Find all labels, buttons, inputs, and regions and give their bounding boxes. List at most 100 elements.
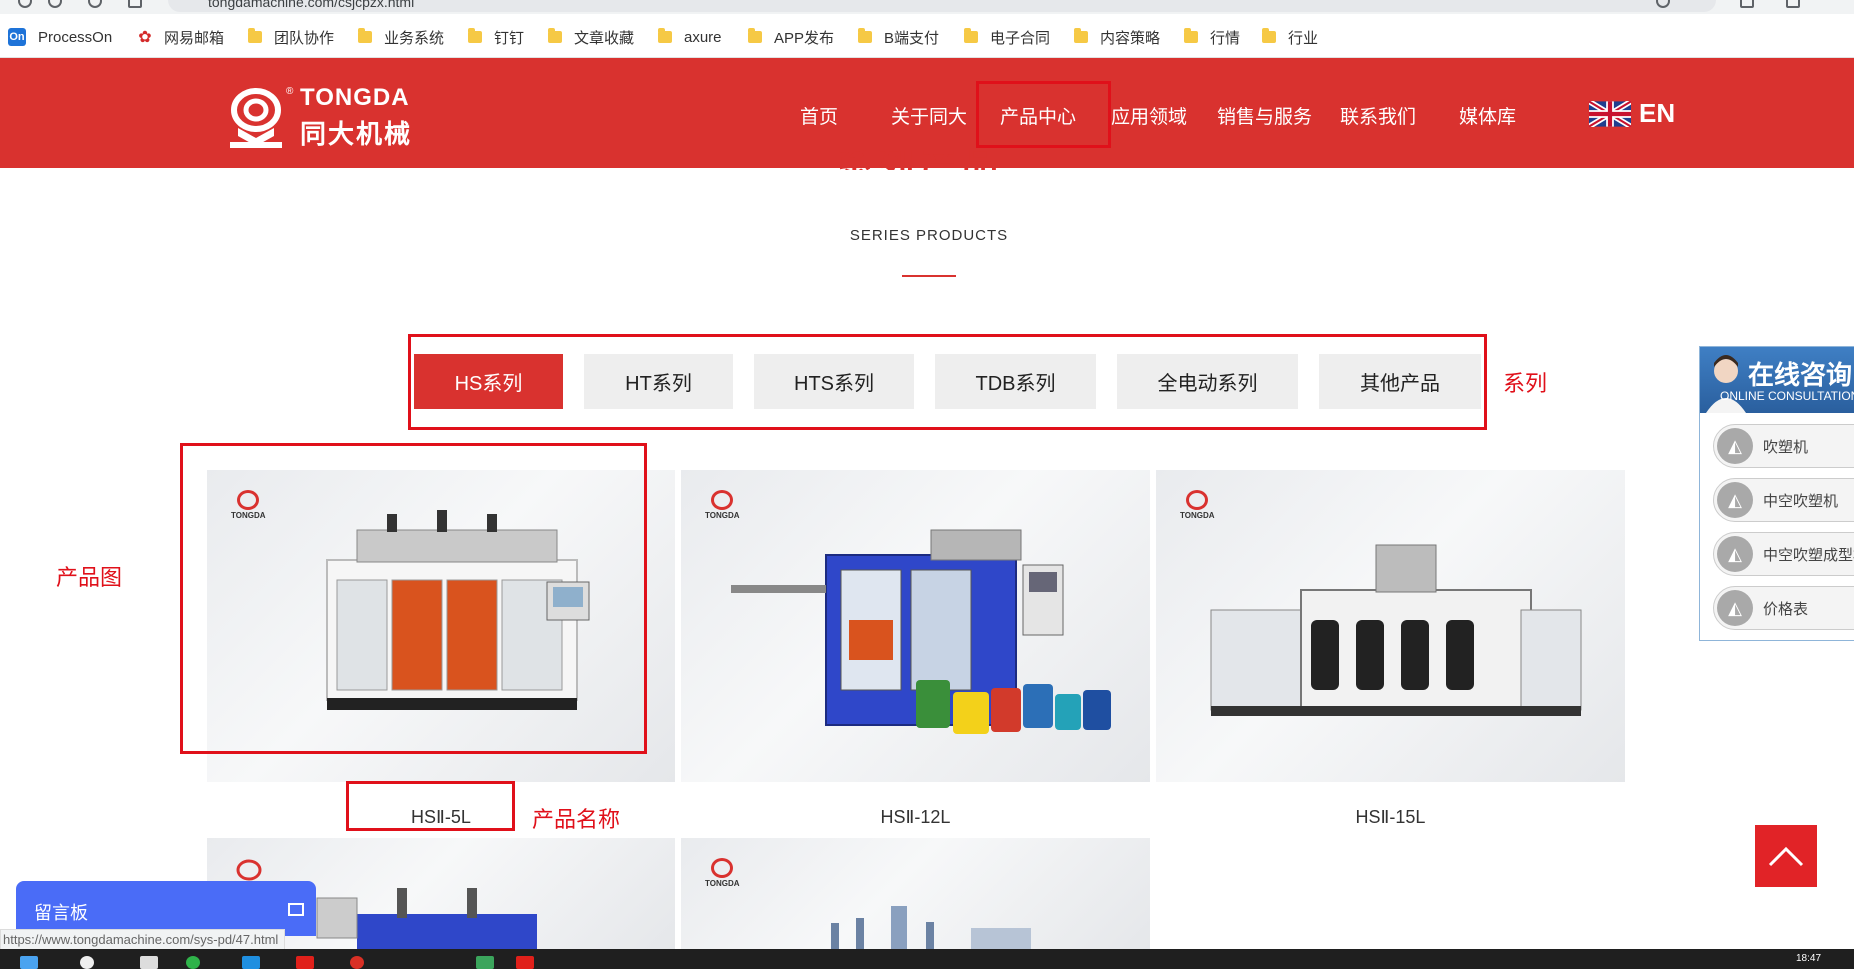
bookmark-folder[interactable]: 文章收藏 [548, 26, 634, 48]
chrome-icon[interactable] [350, 956, 364, 969]
expand-icon[interactable] [288, 903, 304, 916]
product-name[interactable]: HSⅡ-15L [1156, 807, 1625, 828]
consult-item[interactable]: ◭ 中空吹塑成型机 [1713, 532, 1854, 576]
registered-mark-icon: ® [286, 86, 294, 97]
consultation-header: 在线咨询 ONLINE CONSULTATION [1700, 347, 1854, 413]
folder-icon [358, 28, 372, 43]
reload-icon[interactable] [88, 0, 102, 8]
app-icon[interactable] [476, 956, 494, 969]
folder-icon [748, 28, 762, 43]
folder-icon [658, 28, 672, 43]
tab-all-electric-series[interactable]: 全电动系列 [1117, 354, 1298, 409]
consult-item[interactable]: ◭ 吹塑机 [1713, 424, 1854, 468]
product-image[interactable]: TONGDA [681, 838, 1150, 949]
app-icon[interactable] [242, 956, 260, 969]
series-divider [902, 275, 956, 277]
back-to-top-button[interactable] [1755, 825, 1817, 887]
chat-icon: ◭ [1717, 590, 1753, 626]
chat-icon: ◭ [1717, 482, 1753, 518]
annotation-label-product-name: 产品名称 [532, 808, 621, 833]
consultation-subtitle: ONLINE CONSULTATION [1720, 389, 1854, 403]
folder-icon [548, 28, 562, 43]
service-agent-icon [1706, 355, 1746, 413]
bookmark-label: 网易邮箱 [164, 29, 225, 47]
chevron-up-icon [1768, 846, 1804, 867]
app-icon[interactable] [296, 956, 314, 969]
chat-icon: ◭ [1717, 536, 1753, 572]
extension-icon[interactable] [1740, 0, 1754, 8]
tab-hs-series[interactable]: HS系列 [414, 354, 563, 409]
blow-molding-machine-icon [731, 529, 1111, 734]
folder-icon [1074, 28, 1088, 43]
nav-media[interactable]: 媒体库 [1459, 102, 1516, 129]
taskbar-clock: 18:47 [1796, 953, 1822, 964]
bookmark-label: 团队协作 [274, 29, 335, 47]
forward-icon[interactable] [48, 0, 62, 8]
bookmark-label: B端支付 [884, 29, 940, 47]
blow-molding-machine-icon [1210, 544, 1582, 716]
bookmark-163-mail[interactable]: ✿ 网易邮箱 [136, 26, 224, 48]
bookmark-folder[interactable]: 行情 [1184, 26, 1240, 48]
bookmark-folder[interactable]: B端支付 [858, 26, 939, 48]
nav-applications[interactable]: 应用领域 [1111, 102, 1187, 129]
language-label: EN [1639, 98, 1676, 128]
nav-about[interactable]: 关于同大 [891, 102, 967, 129]
bookmark-folder[interactable]: APP发布 [748, 26, 834, 48]
bookmarks-bar: On ProcessOn ✿ 网易邮箱 团队协作 业务系统 钉钉 文章收藏 ax… [0, 14, 1854, 58]
address-url: tongdamachine.com/csjcpzx.html [208, 0, 415, 10]
bookmark-folder[interactable]: 钉钉 [468, 26, 524, 48]
bookmark-label: ProcessOn [38, 28, 113, 46]
logo-english-name: TONGDA [300, 84, 410, 111]
bookmark-label: 内容策略 [1100, 29, 1161, 47]
folder-icon [248, 28, 262, 43]
language-switch[interactable]: EN [1589, 98, 1675, 129]
tab-ht-series[interactable]: HT系列 [584, 354, 733, 409]
app-icon[interactable] [516, 956, 534, 969]
home-icon[interactable] [128, 0, 142, 8]
nav-home[interactable]: 首页 [800, 102, 838, 129]
nav-sales-service[interactable]: 销售与服务 [1217, 102, 1312, 129]
product-name[interactable]: HSⅡ-12L [681, 807, 1150, 828]
page-root: tongdamachine.com/csjcpzx.html On Proces… [0, 0, 1854, 969]
consult-item[interactable]: ◭ 中空吹塑机 [1713, 478, 1854, 522]
site-logo[interactable]: TONGDA 同大机械 [224, 84, 412, 151]
bookmark-folder[interactable]: 内容策略 [1074, 26, 1160, 48]
bookmark-label: 电子合同 [990, 29, 1051, 47]
blow-molding-machine-icon [831, 906, 1031, 949]
bookmark-label: 行业 [1288, 29, 1319, 47]
tongda-logo-icon [230, 87, 282, 148]
tab-tdb-series[interactable]: TDB系列 [935, 354, 1096, 409]
annotation-box-nav-products [976, 81, 1111, 148]
bookmark-label: axure [684, 28, 722, 46]
product-image[interactable]: TONGDA [1156, 470, 1625, 782]
consult-item-label: 吹塑机 [1763, 438, 1809, 456]
product-image[interactable]: TONGDA [681, 470, 1150, 782]
folder-icon [1184, 28, 1198, 43]
processon-icon: On [8, 28, 26, 46]
task-view-icon[interactable] [140, 956, 158, 969]
annotation-box-product-name [346, 781, 515, 831]
tab-hts-series[interactable]: HTS系列 [754, 354, 914, 409]
wechat-icon[interactable] [186, 956, 200, 969]
bookmark-label: APP发布 [774, 29, 835, 47]
series-title: 系列产品 [836, 150, 1004, 170]
nav-contact[interactable]: 联系我们 [1340, 102, 1416, 129]
profile-icon[interactable] [1786, 0, 1800, 8]
tab-other-products[interactable]: 其他产品 [1319, 354, 1481, 409]
uk-flag-icon [1589, 100, 1631, 127]
bookmark-processon[interactable]: On ProcessOn [8, 26, 112, 48]
windows-start-icon[interactable] [20, 956, 38, 969]
bookmark-folder[interactable]: 电子合同 [964, 26, 1050, 48]
back-icon[interactable] [18, 0, 32, 8]
bookmark-folder[interactable]: 行业 [1262, 26, 1318, 48]
consult-item[interactable]: ◭ 价格表 [1713, 586, 1854, 630]
bookmark-folder[interactable]: 业务系统 [358, 26, 444, 48]
bookmark-folder[interactable]: axure [658, 26, 722, 48]
message-board[interactable]: 留言板 [16, 881, 316, 936]
consult-item-label: 价格表 [1763, 600, 1809, 618]
annotation-label-series: 系列 [1503, 372, 1548, 397]
address-bar-strip: tongdamachine.com/csjcpzx.html [0, 0, 1854, 14]
os-taskbar: 18:47 [0, 949, 1854, 969]
bookmark-folder[interactable]: 团队协作 [248, 26, 334, 48]
search-icon[interactable] [80, 956, 94, 969]
